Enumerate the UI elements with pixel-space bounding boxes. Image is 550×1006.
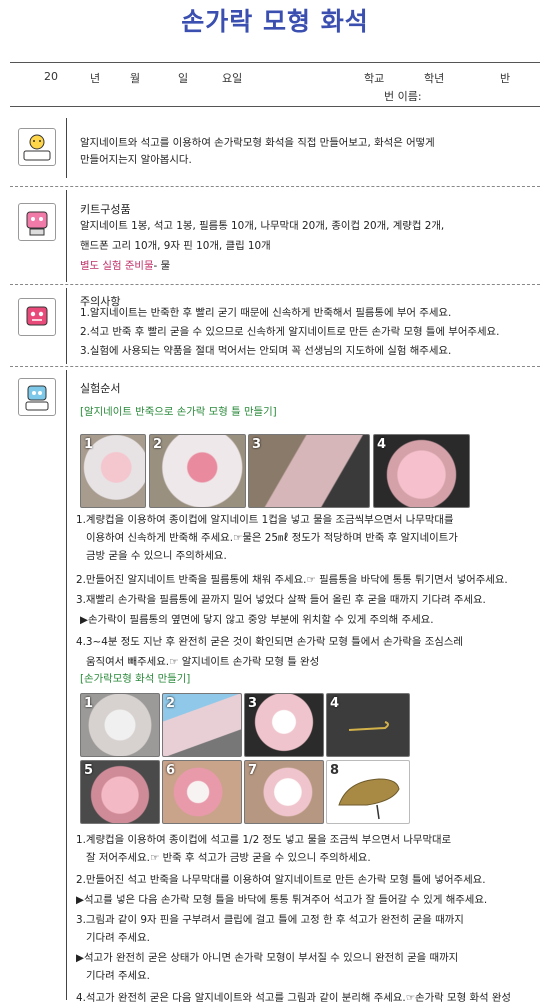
header-divider — [10, 106, 540, 107]
intro-line-1: 알지네이트와 석고를 이용하여 손가락모형 화석을 직접 만들어보고, 화석은 … — [80, 137, 435, 149]
step2-line-3: 2.만들어진 석고 반죽을 나무막대를 이용하여 알지네이트로 만든 손가락 모… — [76, 874, 486, 886]
number-name-label: 번 이름: — [384, 90, 422, 103]
step1-line-3: 금방 굳을 수 있으니 주의하세요. — [86, 550, 227, 562]
photo-number: 2 — [166, 696, 176, 711]
photo-number: 3 — [252, 437, 262, 452]
lab-badge-icon — [18, 128, 56, 166]
kit-robot-icon — [18, 203, 56, 241]
year-unit: 년 — [90, 72, 101, 85]
year-prefix: 20 — [44, 70, 58, 83]
step2-photo-6: 6 — [162, 760, 242, 824]
photo-number: 6 — [166, 763, 176, 778]
kit-heading: 키트구성품 — [80, 203, 131, 216]
month-unit: 월 — [130, 72, 141, 85]
step2-line-6: 4.석고가 완전히 굳은 다음 알지네이트와 석고를 그림과 같이 분리해 주세… — [76, 992, 511, 1004]
step1-line-6: 4.3~4분 정도 지난 후 완전히 굳은 것이 확인되면 손가락 모형 틀에서… — [76, 636, 463, 648]
intro-line-2: 만들어지는지 알아봅시다. — [80, 154, 192, 166]
photo-number: 5 — [84, 763, 94, 778]
weekday-unit: 요일 — [222, 72, 243, 85]
step1-line-1: 1.계량컵을 이용하여 종이컵에 알지네이트 1컵을 넣고 물을 조금씩부으면서… — [76, 514, 454, 526]
procedure-robot-icon — [18, 378, 56, 416]
kit-line-1: 알지네이트 1봉, 석고 1봉, 필름통 10개, 나무막대 20개, 종이컵 … — [80, 220, 445, 232]
step2-note-2a: ▶석고가 완전히 굳은 상태가 아니면 손가락 모형이 부서질 수 있으니 완전… — [76, 952, 459, 964]
step2-photo-7: 7 — [244, 760, 324, 824]
day-unit: 일 — [178, 72, 189, 85]
photo-number: 4 — [377, 437, 387, 452]
step1-line-5: 3.재빨리 손가락을 필름통에 끝까지 밀어 넣었다 살짝 들어 올린 후 굳을… — [76, 594, 486, 606]
grade-label: 학년 — [424, 72, 445, 85]
kit-extra: 별도 실험 준비물- 물 — [80, 258, 170, 275]
step1-line-2: 이용하여 신속하게 반죽해 주세요.☞물은 25㎖ 정도가 적당하며 반죽 후 … — [86, 532, 458, 544]
class-label: 반 — [500, 72, 511, 85]
step2-photo-2: 2 — [162, 693, 242, 757]
photo-number: 2 — [153, 437, 163, 452]
intro-divider-bottom — [10, 186, 540, 187]
step2-photo-4: 4 — [326, 693, 410, 757]
step2-note-2b: 기다려 주세요. — [86, 970, 150, 982]
photo-number: 1 — [84, 437, 94, 452]
step2-line-2: 잘 저어주세요.☞ 반죽 후 석고가 금방 굳을 수 있으니 주의하세요. — [86, 852, 371, 864]
step2-photo-1: 1 — [80, 693, 160, 757]
procedure-sub1: [알지네이트 반죽으로 손가락 모형 틀 만들기] — [80, 406, 277, 418]
caution-robot-icon — [18, 298, 56, 336]
kit-extra-value: - 물 — [153, 260, 171, 272]
photo-number: 1 — [84, 696, 94, 711]
step2-line-1: 1.계량컵을 이용하여 종이컵에 석고를 1/2 정도 넣고 물을 조금씩 부으… — [76, 834, 452, 846]
school-label: 학교 — [364, 72, 385, 85]
caution-line-3: 3.실험에 사용되는 약품을 절대 먹어서는 안되며 꼭 선생님의 지도하에 실… — [80, 345, 452, 357]
step2-line-5: 기다려 주세요. — [86, 932, 150, 944]
intro-divider — [66, 118, 67, 178]
kit-divider — [66, 190, 67, 282]
photo-number: 3 — [248, 696, 258, 711]
kit-extra-label: 별도 실험 준비물 — [80, 260, 154, 272]
procedure-heading: 실험순서 — [80, 382, 121, 395]
step1-photo-1: 1 — [80, 434, 146, 508]
kit-divider-bottom — [10, 284, 540, 285]
procedure-sub2: [손가락모형 화석 만들기] — [80, 673, 191, 685]
step2-photo-5: 5 — [80, 760, 160, 824]
caution-line-1: 1.알지네이트는 반죽한 후 빨리 굳기 때문에 신속하게 반죽해서 필름통에 … — [80, 307, 452, 319]
step1-photo-3: 3 — [248, 434, 370, 508]
photo-number: 7 — [248, 763, 258, 778]
caution-line-2: 2.석고 반죽 후 빨리 굳을 수 있으므로 신속하게 알지네이트로 만든 손가… — [80, 326, 500, 338]
kit-line-2: 핸드폰 고리 10개, 9자 핀 10개, 클립 10개 — [80, 240, 271, 252]
procedure-divider — [66, 370, 67, 1000]
step1-line-7: 움직여서 빼주세요.☞ 알지네이트 손가락 모형 틀 완성 — [86, 656, 320, 668]
step1-note: ▶손가락이 필름통의 옆면에 닿지 않고 중앙 부분에 위치할 수 있게 주의해… — [80, 614, 434, 626]
step1-photo-2: 2 — [149, 434, 246, 508]
caution-divider — [66, 288, 67, 364]
title-divider — [10, 62, 540, 63]
caution-divider-bottom — [10, 366, 540, 367]
step1-line-4: 2.만들어진 알지네이트 반죽을 필름통에 채워 주세요.☞ 필름통을 바닥에 … — [76, 574, 508, 586]
step1-photo-4: 4 — [373, 434, 470, 508]
step2-line-4: 3.그림과 같이 9자 핀을 구부려서 클립에 걸고 틀에 고정 한 후 석고가… — [76, 914, 464, 926]
step2-note: ▶석고를 넣은 다음 손가락 모형 틀을 바닥에 통통 튀겨주어 석고가 잘 들… — [76, 894, 488, 906]
page-title: 손가락 모형 화석 — [181, 7, 369, 36]
step2-photo-8: 8 — [326, 760, 410, 824]
step2-photo-3: 3 — [244, 693, 324, 757]
